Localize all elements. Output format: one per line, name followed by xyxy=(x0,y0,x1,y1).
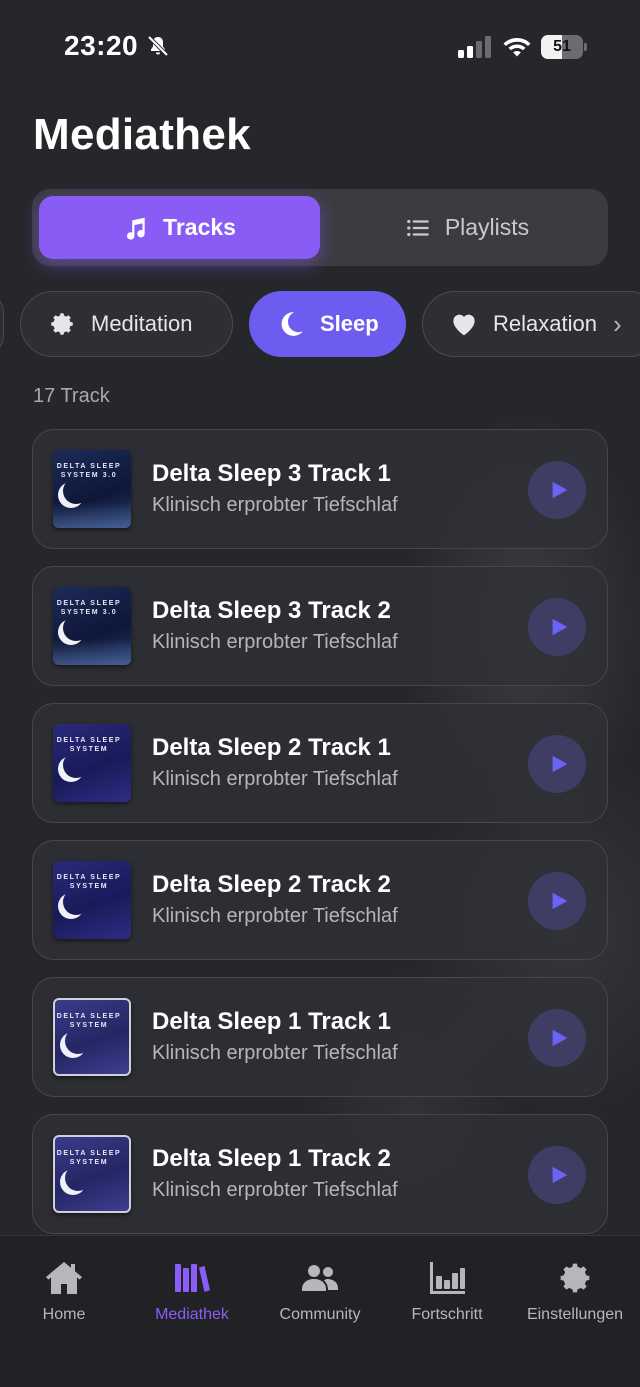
tab-settings-label: Einstellungen xyxy=(526,1306,624,1323)
play-button[interactable] xyxy=(528,461,586,519)
gear-icon xyxy=(560,1263,590,1293)
play-button[interactable] xyxy=(528,735,586,793)
status-bar: 23:20 51 xyxy=(0,0,640,95)
category-chips: Meditation Sleep Relaxation › xyxy=(0,291,640,359)
play-icon xyxy=(552,1029,567,1047)
tab-community[interactable]: Community xyxy=(256,1258,384,1324)
play-icon xyxy=(552,755,567,773)
track-subtitle: Klinisch erprobter Tiefschlaf xyxy=(152,768,398,790)
track-subtitle: Klinisch erprobter Tiefschlaf xyxy=(152,494,398,516)
page-title: Mediathek xyxy=(33,110,251,159)
track-title: Delta Sleep 3 Track 2 xyxy=(152,597,391,624)
track-row[interactable]: DELTA SLEEP SYSTEM Delta Sleep 1 Track 2… xyxy=(32,1114,608,1234)
heart-icon xyxy=(453,314,475,336)
cover-text: DELTA SLEEP SYSTEM xyxy=(56,737,122,753)
cover-text: DELTA SLEEP SYSTEM xyxy=(56,1013,122,1029)
chevron-right-icon: › xyxy=(612,308,622,339)
tab-home-label: Home xyxy=(42,1306,86,1323)
track-row[interactable]: DELTA SLEEP SYSTEM 3.0 Delta Sleep 3 Tra… xyxy=(32,566,608,686)
play-button[interactable] xyxy=(528,1009,586,1067)
tab-progress-label: Fortschritt xyxy=(411,1306,483,1323)
cellular-signal-icon xyxy=(458,36,491,58)
play-icon xyxy=(552,1166,567,1184)
bar-chart-icon xyxy=(430,1262,465,1294)
track-title: Delta Sleep 2 Track 2 xyxy=(152,871,391,898)
chip-relaxation-label: Relaxation xyxy=(493,311,597,336)
track-title: Delta Sleep 2 Track 1 xyxy=(152,734,391,761)
bell-muted-icon xyxy=(147,35,169,57)
track-subtitle: Klinisch erprobter Tiefschlaf xyxy=(152,1179,398,1201)
battery-level: 51 xyxy=(553,38,571,55)
play-button[interactable] xyxy=(528,872,586,930)
play-button[interactable] xyxy=(528,598,586,656)
chip-sleep-label: Sleep xyxy=(320,311,379,336)
cover-text: DELTA SLEEP SYSTEM 3.0 xyxy=(56,600,122,616)
track-subtitle: Klinisch erprobter Tiefschlaf xyxy=(152,631,398,653)
track-title: Delta Sleep 1 Track 2 xyxy=(152,1145,391,1172)
view-switcher: Tracks Playlists xyxy=(32,189,608,266)
wifi-icon xyxy=(503,38,531,57)
battery-indicator: 51 xyxy=(541,35,587,59)
tab-home[interactable]: Home xyxy=(0,1258,128,1324)
chip-sleep[interactable]: Sleep xyxy=(249,291,406,357)
track-count: 17 Track xyxy=(33,385,110,407)
bottom-tab-bar: Home Mediathek Community Fortschritt Ein… xyxy=(0,1235,640,1387)
track-subtitle: Klinisch erprobter Tiefschlaf xyxy=(152,1042,398,1064)
track-row[interactable]: DELTA SLEEP SYSTEM Delta Sleep 1 Track 1… xyxy=(32,977,608,1097)
track-title: Delta Sleep 3 Track 1 xyxy=(152,460,391,487)
tab-tracks-label: Tracks xyxy=(163,214,236,240)
play-icon xyxy=(552,892,567,910)
tab-progress[interactable]: Fortschritt xyxy=(383,1258,511,1324)
track-title: Delta Sleep 1 Track 1 xyxy=(152,1008,391,1035)
track-row[interactable]: DELTA SLEEP SYSTEM Delta Sleep 2 Track 1… xyxy=(32,703,608,823)
album-cover: DELTA SLEEP SYSTEM xyxy=(53,998,131,1076)
track-row[interactable]: DELTA SLEEP SYSTEM Delta Sleep 2 Track 2… xyxy=(32,840,608,960)
album-cover: DELTA SLEEP SYSTEM xyxy=(53,1135,131,1213)
tab-playlists-label: Playlists xyxy=(444,214,530,240)
tab-tracks[interactable]: Tracks xyxy=(39,196,320,259)
album-cover: DELTA SLEEP SYSTEM xyxy=(53,861,131,939)
music-note-icon xyxy=(127,217,145,240)
moon-icon xyxy=(281,312,303,336)
chip-meditation-label: Meditation xyxy=(91,311,193,336)
tab-community-label: Community xyxy=(279,1306,361,1323)
list-icon xyxy=(406,219,429,236)
track-list: DELTA SLEEP SYSTEM 3.0 Delta Sleep 3 Tra… xyxy=(0,429,640,1235)
cover-text: DELTA SLEEP SYSTEM 3.0 xyxy=(56,463,122,479)
track-row[interactable]: DELTA SLEEP SYSTEM 3.0 Delta Sleep 3 Tra… xyxy=(32,429,608,549)
album-cover: DELTA SLEEP SYSTEM 3.0 xyxy=(53,587,131,665)
status-time: 23:20 xyxy=(64,30,139,61)
play-icon xyxy=(552,481,567,499)
users-icon xyxy=(302,1265,338,1291)
track-subtitle: Klinisch erprobter Tiefschlaf xyxy=(152,905,398,927)
album-cover: DELTA SLEEP SYSTEM xyxy=(53,724,131,802)
gear-icon xyxy=(51,313,73,335)
home-icon xyxy=(46,1262,82,1294)
tab-settings[interactable]: Einstellungen xyxy=(511,1258,639,1324)
chip-offscreen[interactable] xyxy=(0,291,4,357)
chip-relaxation[interactable]: Relaxation › xyxy=(422,291,640,357)
cover-text: DELTA SLEEP SYSTEM xyxy=(56,1150,122,1166)
play-icon xyxy=(552,618,567,636)
tab-library[interactable]: Mediathek xyxy=(128,1258,256,1324)
tab-library-label: Mediathek xyxy=(155,1306,229,1323)
chip-meditation[interactable]: Meditation xyxy=(20,291,233,357)
play-button[interactable] xyxy=(528,1146,586,1204)
album-cover: DELTA SLEEP SYSTEM 3.0 xyxy=(53,450,131,528)
library-icon xyxy=(175,1264,210,1292)
tab-playlists[interactable]: Playlists xyxy=(332,196,602,259)
cover-text: DELTA SLEEP SYSTEM xyxy=(56,874,122,890)
